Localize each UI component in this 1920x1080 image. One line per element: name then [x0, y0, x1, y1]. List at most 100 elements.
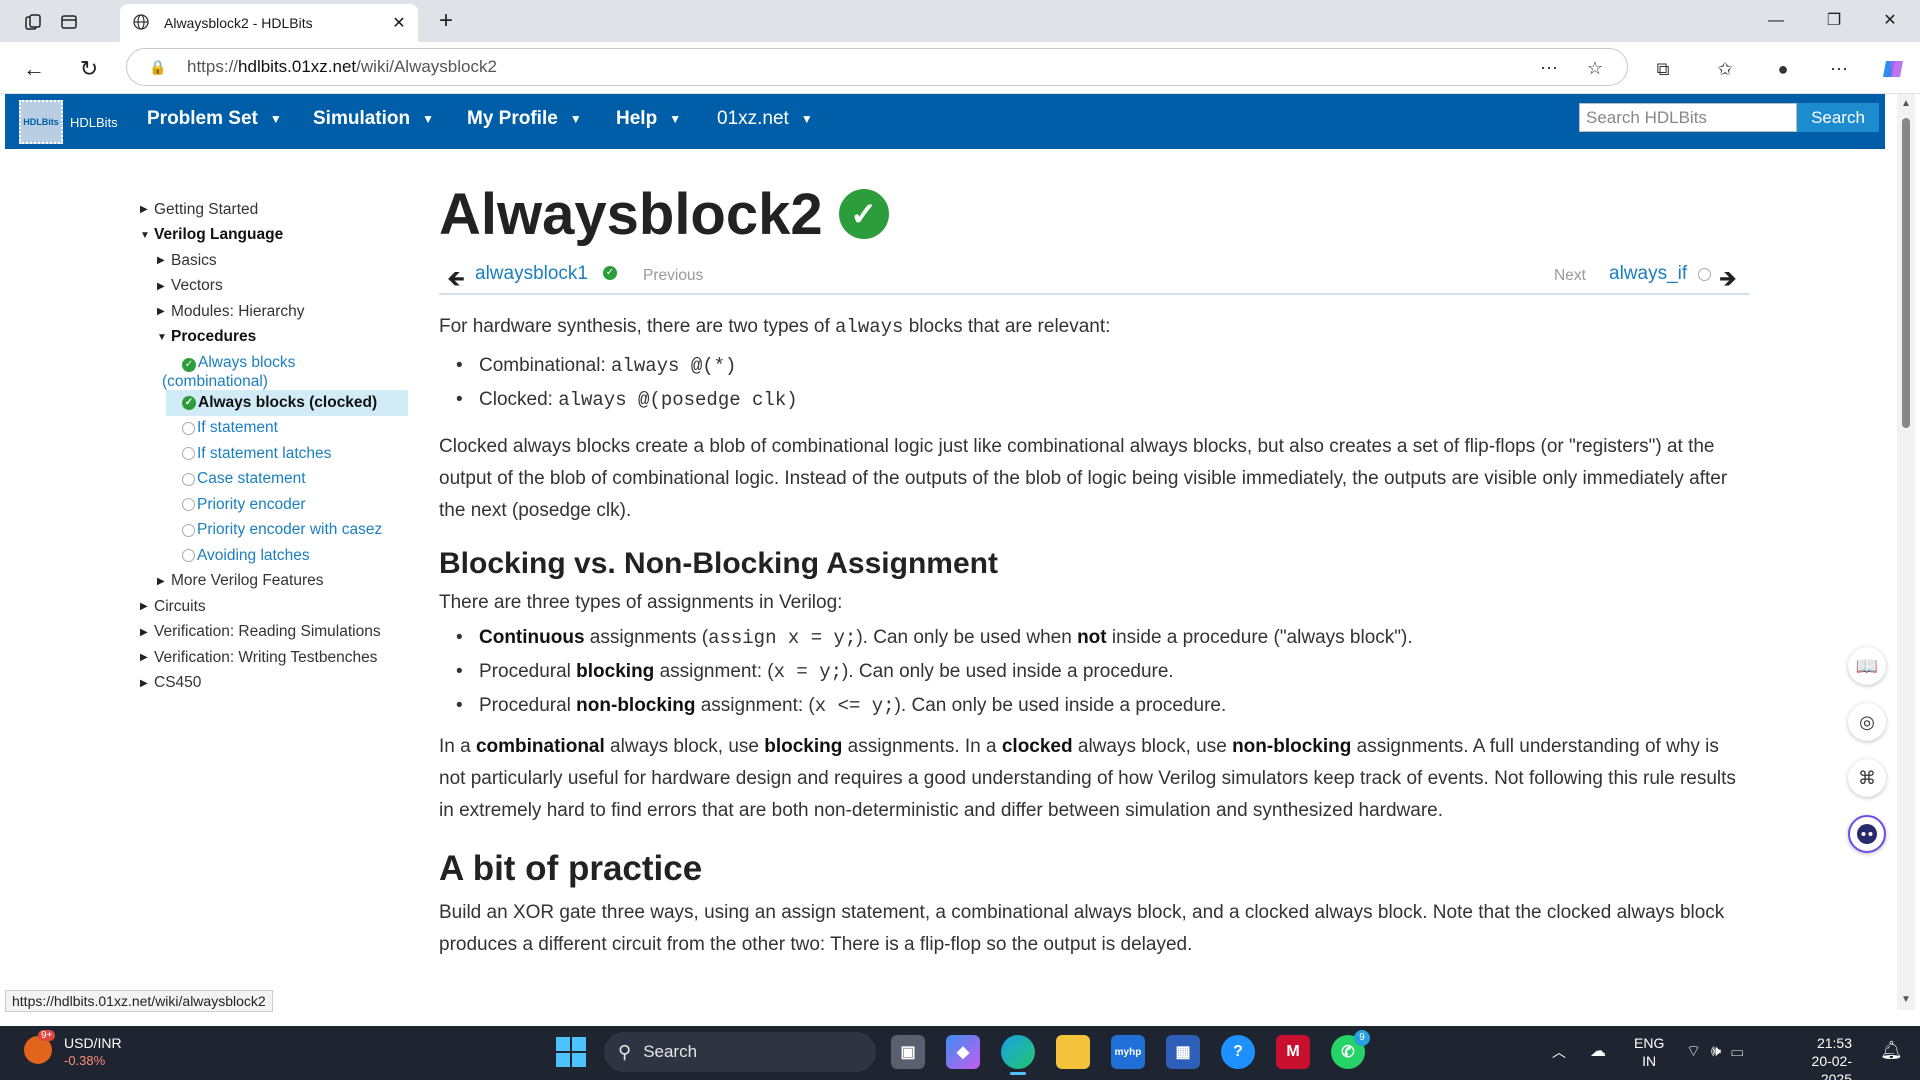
usage-paragraph: In a combinational always block, use blo… — [439, 736, 1736, 821]
system-tray-icons[interactable]: ⌔🕪▭ — [1686, 1041, 1753, 1061]
workspaces-icon[interactable] — [20, 9, 46, 35]
sidebar-item-verilog-language[interactable]: ▼ Verilog Language — [140, 223, 410, 249]
reading-options-icon[interactable]: ⋯ — [1537, 56, 1561, 80]
site-search-button[interactable]: Search — [1797, 103, 1879, 132]
task-view-icon[interactable]: ▣ — [891, 1035, 925, 1069]
site-name[interactable]: HDLBits — [70, 115, 118, 130]
always-types-list: Combinational: always @(*) Clocked: alwa… — [439, 349, 1749, 417]
sidebar-item-modules-hierarchy[interactable]: ▶ Modules: Hierarchy — [140, 299, 410, 325]
menu-help[interactable]: Help ▼ — [616, 108, 681, 130]
scrollbar-thumb[interactable] — [1902, 118, 1910, 428]
sidebar-item-reading-simulations[interactable]: ▶ Verification: Reading Simulations — [140, 620, 410, 646]
three-types-paragraph: There are three types of assignments in … — [439, 592, 843, 613]
sidebar-item-writing-testbenches[interactable]: ▶ Verification: Writing Testbenches — [140, 645, 410, 671]
hdlbits-logo[interactable]: HDLBits — [19, 100, 63, 144]
previous-problem-link[interactable]: alwaysblock1 — [475, 263, 588, 285]
more-menu-icon[interactable]: ⋯ — [1824, 54, 1854, 84]
help-app-icon[interactable]: ? — [1221, 1035, 1255, 1069]
notification-bell-icon[interactable]: 🔔︎ — [1880, 1040, 1903, 1061]
caret-down-icon: ▼ — [269, 112, 282, 126]
language-indicator[interactable]: ENG IN — [1634, 1034, 1664, 1070]
sidebar-item-circuits[interactable]: ▶ Circuits — [140, 594, 410, 620]
site-search-input[interactable] — [1579, 103, 1797, 132]
mcafee-icon[interactable]: M — [1276, 1035, 1310, 1069]
sidebar-item-basics[interactable]: ▶ Basics — [140, 248, 410, 274]
extensions-icon[interactable]: ⧉ — [1648, 54, 1678, 84]
sidebar-item-more-verilog-features[interactable]: ▶ More Verilog Features — [140, 569, 410, 595]
collapse-triangle-icon: ▼ — [140, 229, 150, 241]
globe-icon — [132, 13, 152, 34]
reader-book-icon[interactable]: 📖 — [1848, 647, 1886, 685]
assistant-face-icon[interactable] — [1848, 815, 1886, 853]
next-label: Next — [1554, 267, 1586, 284]
favorite-star-icon[interactable]: ☆ — [1583, 56, 1607, 80]
completed-check-icon: ✓ — [182, 358, 196, 372]
menu-problem-set[interactable]: Problem Set ▼ — [147, 108, 282, 130]
apps-grid-icon[interactable]: ⌘ — [1848, 759, 1886, 797]
incomplete-circle-icon — [182, 549, 195, 563]
restore-button[interactable]: ❐ — [1814, 8, 1854, 34]
clock[interactable]: 21:53 20-02-2025 — [1786, 1034, 1852, 1080]
start-button[interactable] — [556, 1037, 586, 1067]
incomplete-circle-icon — [1698, 268, 1711, 281]
onedrive-icon[interactable]: ☁ — [1590, 1041, 1606, 1061]
ticker-name[interactable]: USD/INR — [64, 1035, 122, 1051]
expand-triangle-icon: ▶ — [140, 626, 148, 638]
microsoft-store-icon[interactable]: ▦ — [1166, 1035, 1200, 1069]
url-field[interactable]: 🔒 https://hdlbits.01xz.net/wiki/Alwaysbl… — [126, 48, 1628, 86]
close-tab-icon[interactable]: ✕ — [390, 13, 408, 33]
sidebar-item-priority-encoder-casez[interactable]: Priority encoder with casez — [140, 518, 410, 544]
active-tab[interactable]: Alwaysblock2 - HDLBits ✕ — [120, 4, 418, 42]
file-explorer-icon[interactable] — [1056, 1035, 1090, 1069]
menu-simulation[interactable]: Simulation ▼ — [313, 108, 434, 130]
copilot-app-icon[interactable]: ◆ — [946, 1035, 980, 1069]
minimize-button[interactable]: — — [1756, 8, 1796, 34]
refresh-button[interactable]: ↻ — [72, 52, 106, 86]
address-bar-row: ← ↻ 🔒 https://hdlbits.01xz.net/wiki/Alwa… — [0, 42, 1920, 94]
arrow-left-icon[interactable]: 🡸 — [447, 262, 465, 300]
problem-navigation: 🡸 alwaysblock1 ✓ Previous Next always_if… — [439, 249, 1749, 295]
expand-triangle-icon: ▶ — [140, 601, 148, 613]
clocked-paragraph: Clocked always blocks create a blob of c… — [439, 436, 1728, 521]
edge-browser-icon[interactable] — [1001, 1035, 1035, 1075]
sidebar-item-procedures[interactable]: ▼ Procedures — [140, 325, 410, 351]
sidebar-item-if-statement[interactable]: If statement — [140, 416, 410, 442]
list-item: Clocked: always @(posedge clk) — [439, 383, 1749, 417]
incomplete-circle-icon — [182, 498, 195, 512]
article: Alwaysblock2 ✓ 🡸 alwaysblock1 ✓ Previous… — [439, 179, 1749, 961]
sidebar-item-always-combinational[interactable]: ✓ Always blocks (combinational) — [140, 350, 410, 390]
scroll-down-icon[interactable]: ▼ — [1900, 994, 1912, 1005]
sidebar-item-if-statement-latches[interactable]: If statement latches — [140, 441, 410, 467]
arrow-right-icon[interactable]: 🡺 — [1719, 262, 1737, 300]
favorites-icon[interactable]: ✩ — [1710, 54, 1740, 84]
sidebar-item-case-statement[interactable]: Case statement — [140, 467, 410, 493]
show-hidden-icons[interactable]: ︿ — [1552, 1042, 1566, 1062]
sidebar-item-avoiding-latches[interactable]: Avoiding latches — [140, 543, 410, 569]
scroll-up-icon[interactable]: ▲ — [1900, 98, 1912, 109]
back-button[interactable]: ← — [17, 52, 51, 86]
taskbar-search[interactable]: ⚲ Search — [604, 1032, 876, 1072]
page-scrollbar[interactable]: ▲ ▼ — [1897, 94, 1915, 1010]
close-window-button[interactable]: ✕ — [1870, 8, 1910, 34]
sidebar-item-getting-started[interactable]: ▶ Getting Started — [140, 197, 410, 223]
sidebar-item-priority-encoder[interactable]: Priority encoder — [140, 492, 410, 518]
menu-my-profile[interactable]: My Profile ▼ — [467, 108, 582, 130]
sidebar-item-cs450[interactable]: ▶ CS450 — [140, 671, 410, 697]
new-tab-button[interactable]: + — [432, 8, 460, 36]
problem-sidebar: ▶ Getting Started ▼ Verilog Language ▶ Basi… — [140, 197, 410, 696]
copilot-icon[interactable] — [1878, 54, 1908, 84]
search-icon: ⚲ — [618, 1041, 632, 1062]
sidebar-item-always-clocked[interactable]: ✓ Always blocks (clocked) — [166, 390, 408, 416]
next-problem-link[interactable]: always_if — [1609, 263, 1687, 285]
menu-01xz[interactable]: 01xz.net ▼ — [717, 108, 813, 130]
sidebar-item-vectors[interactable]: ▶ Vectors — [140, 274, 410, 300]
heading-practice: A bit of practice — [439, 849, 703, 888]
expand-triangle-icon: ▶ — [157, 306, 165, 318]
hp-app-icon[interactable]: myhp — [1111, 1035, 1145, 1069]
podcast-icon[interactable]: ◎ — [1848, 703, 1886, 741]
incomplete-circle-icon — [182, 421, 195, 435]
url-path: /wiki/Alwaysblock2 — [356, 57, 497, 76]
tab-actions-icon[interactable] — [56, 9, 82, 35]
profile-icon[interactable]: ● — [1768, 54, 1798, 84]
battery-icon: ▭ — [1731, 1043, 1754, 1060]
